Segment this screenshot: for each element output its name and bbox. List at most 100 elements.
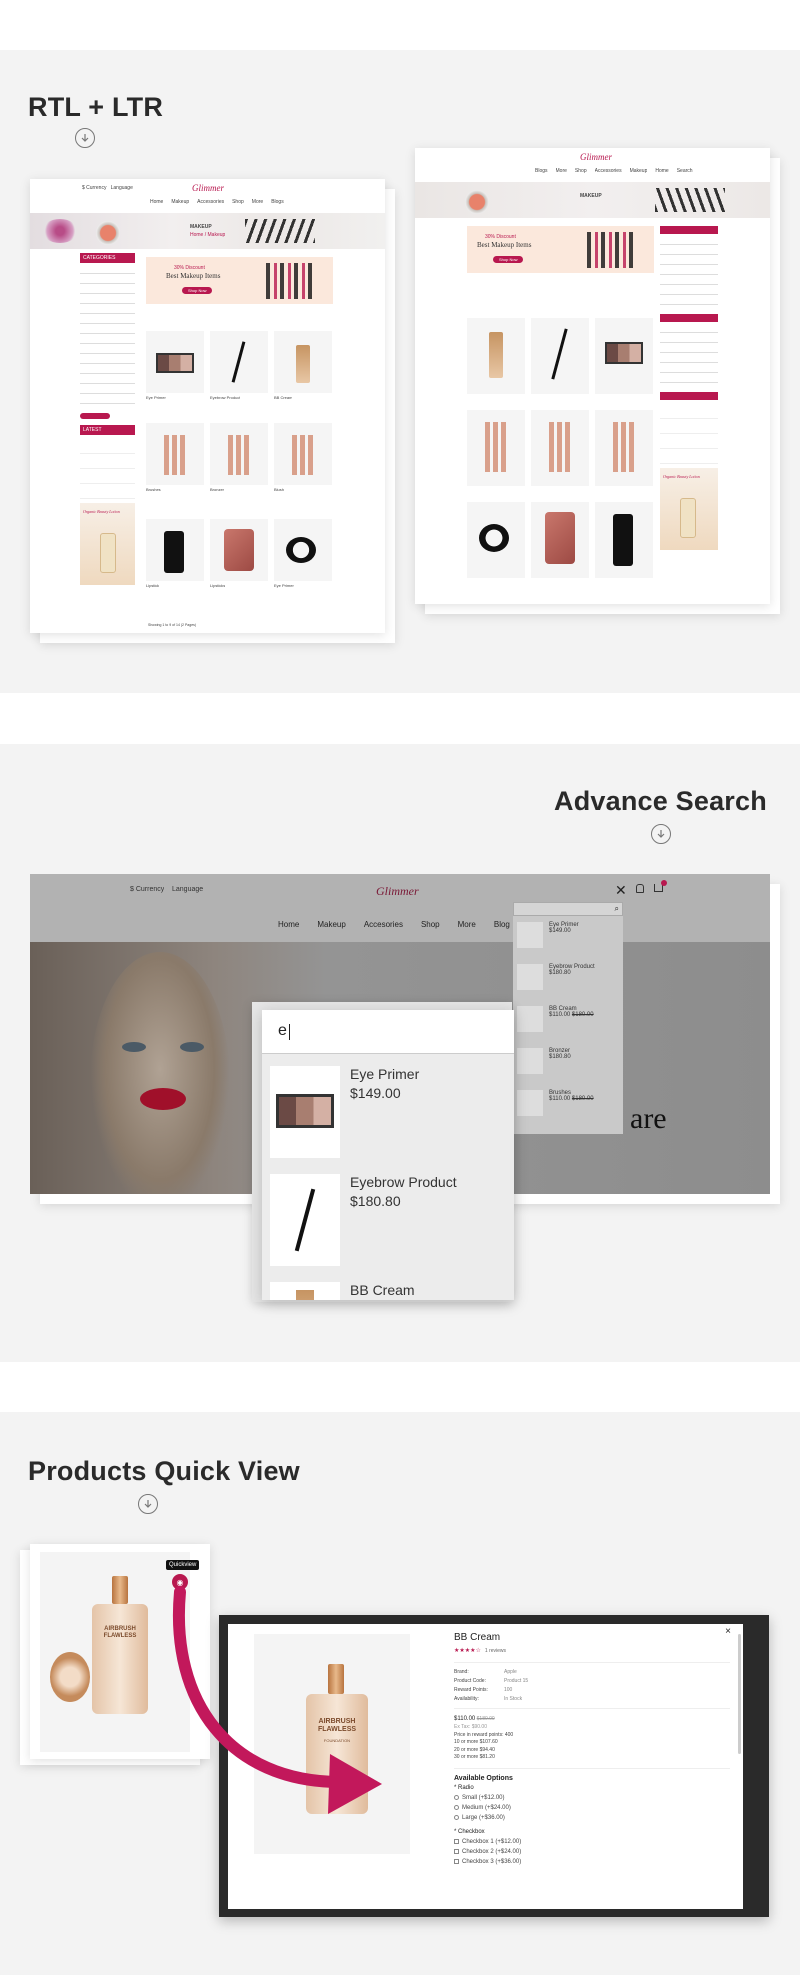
detail-value[interactable]: Apple bbox=[504, 1669, 517, 1675]
rtl-promo-button[interactable]: Shop Now bbox=[493, 256, 524, 263]
search-nav-item[interactable]: More bbox=[458, 920, 476, 929]
rtl-product-card[interactable] bbox=[467, 502, 525, 578]
small-search-box[interactable]: ⌕ bbox=[513, 902, 623, 916]
zoom-search-input[interactable]: e bbox=[262, 1010, 514, 1054]
ltr-nav-item[interactable]: Accessories bbox=[197, 199, 224, 205]
rtl-product-card[interactable] bbox=[467, 318, 525, 394]
rtl-product-card[interactable] bbox=[531, 410, 589, 486]
small-result-item[interactable]: Bronzer $180.80 bbox=[517, 1048, 571, 1074]
checkbox[interactable] bbox=[454, 1849, 459, 1854]
ltr-product-name[interactable]: Lipstick bbox=[146, 583, 159, 588]
rtl-product-card[interactable] bbox=[595, 502, 653, 578]
ltr-product-card[interactable] bbox=[274, 519, 332, 581]
section-title-rtl: RTL + LTR bbox=[28, 92, 164, 122]
arrow-down-circle-icon[interactable] bbox=[138, 1494, 158, 1514]
search-language[interactable]: Language bbox=[172, 886, 203, 893]
zoom-search-popup: e Eye Primer $149.00 Eyebrow Product $18… bbox=[262, 1010, 514, 1300]
ltr-product-card[interactable] bbox=[274, 331, 332, 393]
rtl-nav-item[interactable]: Blogs bbox=[535, 168, 548, 174]
ltr-nav-item[interactable]: Shop bbox=[232, 199, 244, 205]
checkbox[interactable] bbox=[454, 1859, 459, 1864]
small-result-item[interactable]: BB Cream $110.00 $180.00 bbox=[517, 1006, 594, 1032]
arrow-down-circle-icon[interactable] bbox=[75, 128, 95, 148]
ltr-product-name[interactable]: Brushes bbox=[146, 487, 161, 492]
small-search-icon[interactable]: ⌕ bbox=[615, 904, 619, 914]
ltr-product-card[interactable] bbox=[210, 423, 268, 485]
search-logo[interactable]: Glimmer bbox=[376, 884, 419, 899]
ltr-product-name[interactable]: Bronzer bbox=[210, 487, 224, 492]
rtl-product-card[interactable] bbox=[531, 502, 589, 578]
modal-qty-price: 20 or more $94.40 bbox=[454, 1746, 495, 1753]
rtl-organic-ad[interactable]: Organic Beauty Lotion bbox=[660, 468, 718, 550]
search-nav-item[interactable]: Home bbox=[278, 920, 299, 929]
rtl-nav-item[interactable]: Accessories bbox=[595, 168, 622, 174]
lipstick-decor bbox=[587, 232, 637, 268]
radio-option[interactable]: Small (+$12.00) bbox=[454, 1795, 730, 1801]
ltr-nav-item[interactable]: Home bbox=[150, 199, 163, 205]
rtl-nav-item[interactable]: More bbox=[556, 168, 567, 174]
ltr-promo-button[interactable]: Shop Now bbox=[182, 287, 213, 294]
ltr-product-name[interactable]: Blush bbox=[274, 487, 284, 492]
radio-option[interactable]: Large (+$36.00) bbox=[454, 1815, 730, 1821]
ltr-logo[interactable]: Glimmer bbox=[192, 183, 224, 193]
rtl-nav-item[interactable]: Shop bbox=[575, 168, 587, 174]
checkbox-option[interactable]: Checkbox 2 (+$24.00) bbox=[454, 1849, 730, 1855]
checkbox-option-label: Checkbox 2 (+$24.00) bbox=[462, 1848, 522, 1855]
checkbox-option[interactable]: Checkbox 3 (+$36.00) bbox=[454, 1859, 730, 1865]
blush-compact bbox=[96, 221, 120, 245]
reviews-link[interactable]: 1 reviews bbox=[485, 1648, 506, 1654]
user-icon[interactable] bbox=[636, 884, 644, 893]
modal-scrollbar[interactable] bbox=[738, 1634, 741, 1754]
search-nav-item[interactable]: Accesories bbox=[364, 920, 403, 929]
ltr-nav-item[interactable]: Blogs bbox=[271, 199, 284, 205]
ltr-product-card[interactable] bbox=[146, 423, 204, 485]
radio-button[interactable] bbox=[454, 1795, 459, 1800]
rtl-product-card[interactable] bbox=[467, 410, 525, 486]
rtl-logo[interactable]: Glimmer bbox=[580, 152, 612, 162]
ltr-product-name[interactable]: Eyebrow Product bbox=[210, 395, 240, 400]
zoom-result-item[interactable]: BB Cream bbox=[270, 1282, 415, 1300]
small-result-item[interactable]: Eye Primer $149.00 bbox=[517, 922, 579, 948]
ltr-currency[interactable]: $ Currency bbox=[82, 185, 106, 191]
ltr-language[interactable]: Language bbox=[111, 185, 133, 191]
zoom-result-item[interactable]: Eye Primer $149.00 bbox=[270, 1066, 419, 1158]
search-nav-item[interactable]: Blog bbox=[494, 920, 510, 929]
ltr-nav-item[interactable]: Makeup bbox=[171, 199, 189, 205]
ltr-product-card[interactable] bbox=[210, 331, 268, 393]
small-result-item[interactable]: Brushes $110.00 $180.00 bbox=[517, 1090, 594, 1116]
ltr-product-card[interactable] bbox=[210, 519, 268, 581]
rtl-product-card[interactable] bbox=[595, 410, 653, 486]
zoom-result-item[interactable]: Eyebrow Product $180.80 bbox=[270, 1174, 457, 1266]
ltr-filter-button[interactable] bbox=[80, 413, 110, 419]
rtl-banner-title: MAKEUP bbox=[580, 193, 602, 199]
checkbox[interactable] bbox=[454, 1839, 459, 1844]
ltr-product-card[interactable] bbox=[146, 519, 204, 581]
search-currency[interactable]: $ Currency bbox=[130, 886, 164, 893]
ltr-product-name[interactable]: Eye Primer bbox=[146, 395, 166, 400]
checkbox-option[interactable]: Checkbox 1 (+$12.00) bbox=[454, 1839, 730, 1845]
close-icon[interactable]: ✕ bbox=[615, 882, 627, 899]
small-result-item[interactable]: Eyebrow Product $180.80 bbox=[517, 964, 595, 990]
rtl-nav-item[interactable]: Home bbox=[655, 168, 668, 174]
search-nav-item[interactable]: Makeup bbox=[317, 920, 345, 929]
search-nav-item[interactable]: Shop bbox=[421, 920, 440, 929]
arrow-down-circle-icon[interactable] bbox=[651, 824, 671, 844]
rtl-product-card[interactable] bbox=[595, 318, 653, 394]
ltr-product-name[interactable]: Lipsticks bbox=[210, 583, 225, 588]
rtl-product-card[interactable] bbox=[531, 318, 589, 394]
radio-button[interactable] bbox=[454, 1815, 459, 1820]
ltr-nav-item[interactable]: More bbox=[252, 199, 263, 205]
modal-close-icon[interactable]: × bbox=[725, 1626, 731, 1637]
ltr-product-card[interactable] bbox=[274, 423, 332, 485]
rtl-search-input[interactable]: Search bbox=[677, 168, 693, 174]
radio-option[interactable]: Medium (+$24.00) bbox=[454, 1805, 730, 1811]
ltr-promo[interactable]: 30% Discount Best Makeup Items Shop Now bbox=[146, 257, 333, 304]
radio-button[interactable] bbox=[454, 1805, 459, 1810]
foundation-bottle: AIRBRUSH FLAWLESS bbox=[92, 1604, 148, 1714]
rtl-promo[interactable]: 30% Discount Best Makeup Items Shop Now bbox=[467, 226, 654, 273]
ltr-product-name[interactable]: BB Cream bbox=[274, 395, 292, 400]
rtl-nav-item[interactable]: Makeup bbox=[630, 168, 648, 174]
ltr-product-card[interactable] bbox=[146, 331, 204, 393]
ltr-product-name[interactable]: Eye Primer bbox=[274, 583, 294, 588]
ltr-organic-ad[interactable]: Organic Beauty Lotion bbox=[80, 503, 135, 585]
